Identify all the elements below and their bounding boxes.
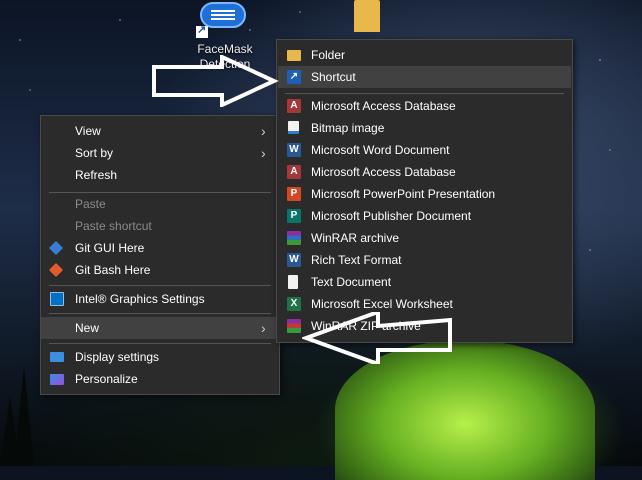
new-item-winrar-archive[interactable]: WinRAR archive: [277, 227, 572, 249]
shortcut-icon: ↗: [287, 70, 301, 84]
menu-item-sort-by[interactable]: Sort by ›: [41, 142, 279, 164]
menu-item-label: Refresh: [75, 168, 118, 182]
annotation-arrow-right: [152, 55, 279, 107]
access-icon: A: [287, 99, 301, 113]
menu-separator: [49, 313, 271, 314]
personalize-icon: [50, 374, 64, 385]
menu-item-label: Rich Text Format: [311, 253, 402, 267]
menu-item-label: Microsoft Access Database: [311, 165, 456, 179]
folder-icon: [287, 50, 301, 61]
menu-item-label: Folder: [311, 48, 346, 62]
menu-item-git-gui[interactable]: Git GUI Here: [41, 237, 279, 259]
new-item-shortcut[interactable]: ↗ Shortcut: [278, 66, 571, 88]
menu-item-new[interactable]: New ›: [41, 317, 279, 339]
shortcut-arrow-icon: [196, 23, 208, 38]
menu-item-git-bash[interactable]: Git Bash Here: [41, 259, 279, 281]
menu-item-label: Microsoft PowerPoint Presentation: [311, 187, 496, 201]
menu-item-intel-graphics[interactable]: Intel® Graphics Settings: [41, 288, 279, 310]
menu-item-label: Git GUI Here: [75, 241, 145, 255]
annotation-arrow-left: [302, 312, 452, 364]
menu-item-view[interactable]: View ›: [41, 120, 279, 142]
text-document-icon: [288, 275, 298, 289]
menu-item-label: WinRAR archive: [311, 231, 400, 245]
new-item-text-document[interactable]: Text Document: [277, 271, 572, 293]
facemask-icon: [200, 2, 246, 28]
chevron-right-icon: ›: [261, 123, 266, 139]
menu-item-label: Git Bash Here: [75, 263, 151, 277]
folder-desktop-icon[interactable]: [354, 0, 380, 32]
menu-item-label: Display settings: [75, 350, 160, 364]
menu-item-label: View: [75, 124, 101, 138]
menu-separator: [49, 343, 271, 344]
new-item-access-database[interactable]: A Microsoft Access Database: [277, 95, 572, 117]
new-item-bitmap[interactable]: Bitmap image: [277, 117, 572, 139]
new-item-folder[interactable]: Folder: [277, 44, 572, 66]
menu-item-label: Microsoft Word Document: [311, 143, 450, 157]
publisher-icon: P: [287, 209, 301, 223]
winrar-zip-icon: [287, 319, 301, 333]
menu-item-label: Shortcut: [311, 70, 356, 84]
menu-item-label: Microsoft Publisher Document: [311, 209, 472, 223]
menu-item-label: Microsoft Access Database: [311, 99, 456, 113]
menu-item-refresh[interactable]: Refresh: [41, 164, 279, 186]
chevron-right-icon: ›: [261, 145, 266, 161]
git-bash-icon: [48, 262, 64, 278]
menu-item-label: New: [75, 321, 100, 335]
menu-item-label: Bitmap image: [311, 121, 385, 135]
bitmap-icon: [288, 121, 299, 134]
menu-item-label: Text Document: [311, 275, 392, 289]
rtf-icon: W: [287, 253, 301, 267]
menu-item-paste-shortcut[interactable]: Paste shortcut: [41, 215, 279, 237]
menu-separator: [49, 285, 271, 286]
new-submenu: Folder ↗ Shortcut A Microsoft Access Dat…: [276, 39, 573, 343]
display-icon: [50, 352, 64, 362]
git-gui-icon: [48, 240, 64, 256]
menu-item-display-settings[interactable]: Display settings: [41, 346, 279, 368]
new-item-powerpoint[interactable]: P Microsoft PowerPoint Presentation: [277, 183, 572, 205]
new-item-access-database-2[interactable]: A Microsoft Access Database: [277, 161, 572, 183]
menu-item-paste[interactable]: Paste: [41, 193, 279, 215]
menu-item-personalize[interactable]: Personalize: [41, 368, 279, 390]
menu-item-label: Intel® Graphics Settings: [75, 292, 205, 306]
menu-item-label: Paste shortcut: [75, 219, 152, 233]
tree-silhouette: [14, 366, 34, 466]
new-item-rich-text[interactable]: W Rich Text Format: [277, 249, 572, 271]
menu-item-label: Sort by: [75, 146, 114, 160]
powerpoint-icon: P: [287, 187, 301, 201]
desktop-context-menu: View › Sort by › Refresh Paste Paste sho…: [40, 115, 280, 395]
word-icon: W: [287, 143, 301, 157]
intel-graphics-icon: [50, 292, 64, 306]
new-item-word-document[interactable]: W Microsoft Word Document: [277, 139, 572, 161]
menu-item-label: Paste: [75, 197, 106, 211]
menu-separator: [285, 93, 564, 94]
new-item-publisher[interactable]: P Microsoft Publisher Document: [277, 205, 572, 227]
excel-icon: X: [287, 297, 301, 311]
menu-item-label: Personalize: [75, 372, 138, 386]
chevron-right-icon: ›: [261, 320, 266, 336]
winrar-icon: [287, 231, 301, 245]
access-icon: A: [287, 165, 301, 179]
